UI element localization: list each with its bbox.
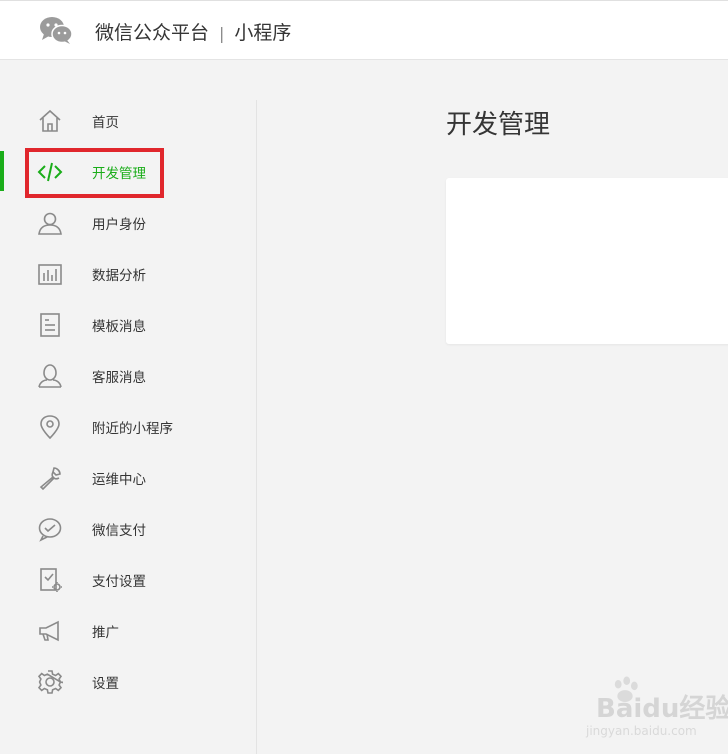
sidebar-item-settings[interactable]: 设置 bbox=[0, 657, 256, 708]
sidebar-divider bbox=[256, 100, 257, 754]
sidebar-item-label: 数据分析 bbox=[92, 268, 146, 284]
sidebar-item-wechat-pay[interactable]: 微信支付 bbox=[0, 504, 256, 555]
watermark-url: jingyan.baidu.com bbox=[586, 724, 697, 738]
wechat-logo-icon bbox=[40, 17, 73, 44]
sidebar-item-payment-settings[interactable]: 支付设置 bbox=[0, 555, 256, 606]
wechat-pay-icon bbox=[38, 518, 62, 542]
sidebar-item-label: 微信支付 bbox=[92, 523, 146, 539]
sidebar-item-ops-center[interactable]: 运维中心 bbox=[0, 453, 256, 504]
watermark-text: Baidu经验 bbox=[596, 694, 728, 724]
sidebar-item-label: 模板消息 bbox=[92, 319, 146, 335]
document-icon bbox=[40, 313, 60, 337]
support-agent-icon bbox=[38, 364, 62, 388]
product-name: 小程序 bbox=[234, 22, 292, 44]
sidebar-item-user-identity[interactable]: 用户身份 bbox=[0, 198, 256, 249]
baidu-watermark: Baidu经验 jingyan.baidu.com bbox=[556, 676, 728, 746]
sidebar-item-label: 客服消息 bbox=[92, 370, 146, 386]
payment-settings-icon bbox=[40, 568, 62, 592]
brand-title[interactable]: 微信公众平台 | 小程序 bbox=[95, 18, 291, 45]
sidebar-item-template-message[interactable]: 模板消息 bbox=[0, 300, 256, 351]
location-pin-icon bbox=[40, 415, 60, 440]
highlight-box bbox=[25, 148, 164, 198]
bar-chart-icon bbox=[38, 264, 62, 285]
sidebar-item-label: 设置 bbox=[92, 676, 119, 692]
sidebar-item-label: 用户身份 bbox=[92, 217, 146, 233]
gear-icon bbox=[37, 670, 63, 694]
sidebar-item-label: 运维中心 bbox=[92, 472, 146, 488]
brand-separator: | bbox=[219, 24, 225, 43]
wrench-icon bbox=[39, 467, 61, 491]
sidebar-item-label: 推广 bbox=[92, 625, 119, 641]
page-title: 开发管理 bbox=[446, 110, 551, 140]
sidebar-item-home[interactable]: 首页 bbox=[0, 96, 256, 147]
sidebar-item-customer-service[interactable]: 客服消息 bbox=[0, 351, 256, 402]
sidebar-item-label: 首页 bbox=[92, 115, 119, 131]
sidebar-item-label: 支付设置 bbox=[92, 574, 146, 590]
sidebar-item-data-analysis[interactable]: 数据分析 bbox=[0, 249, 256, 300]
sidebar-item-promotion[interactable]: 推广 bbox=[0, 606, 256, 657]
content-card bbox=[446, 178, 728, 344]
sidebar-item-label: 附近的小程序 bbox=[92, 421, 173, 437]
home-icon bbox=[39, 109, 61, 132]
megaphone-icon bbox=[39, 620, 59, 642]
top-bar: 微信公众平台 | 小程序 bbox=[0, 0, 728, 60]
sidebar-item-nearby-mini-programs[interactable]: 附近的小程序 bbox=[0, 402, 256, 453]
brand-name: 微信公众平台 bbox=[95, 22, 210, 44]
user-icon bbox=[38, 212, 62, 235]
